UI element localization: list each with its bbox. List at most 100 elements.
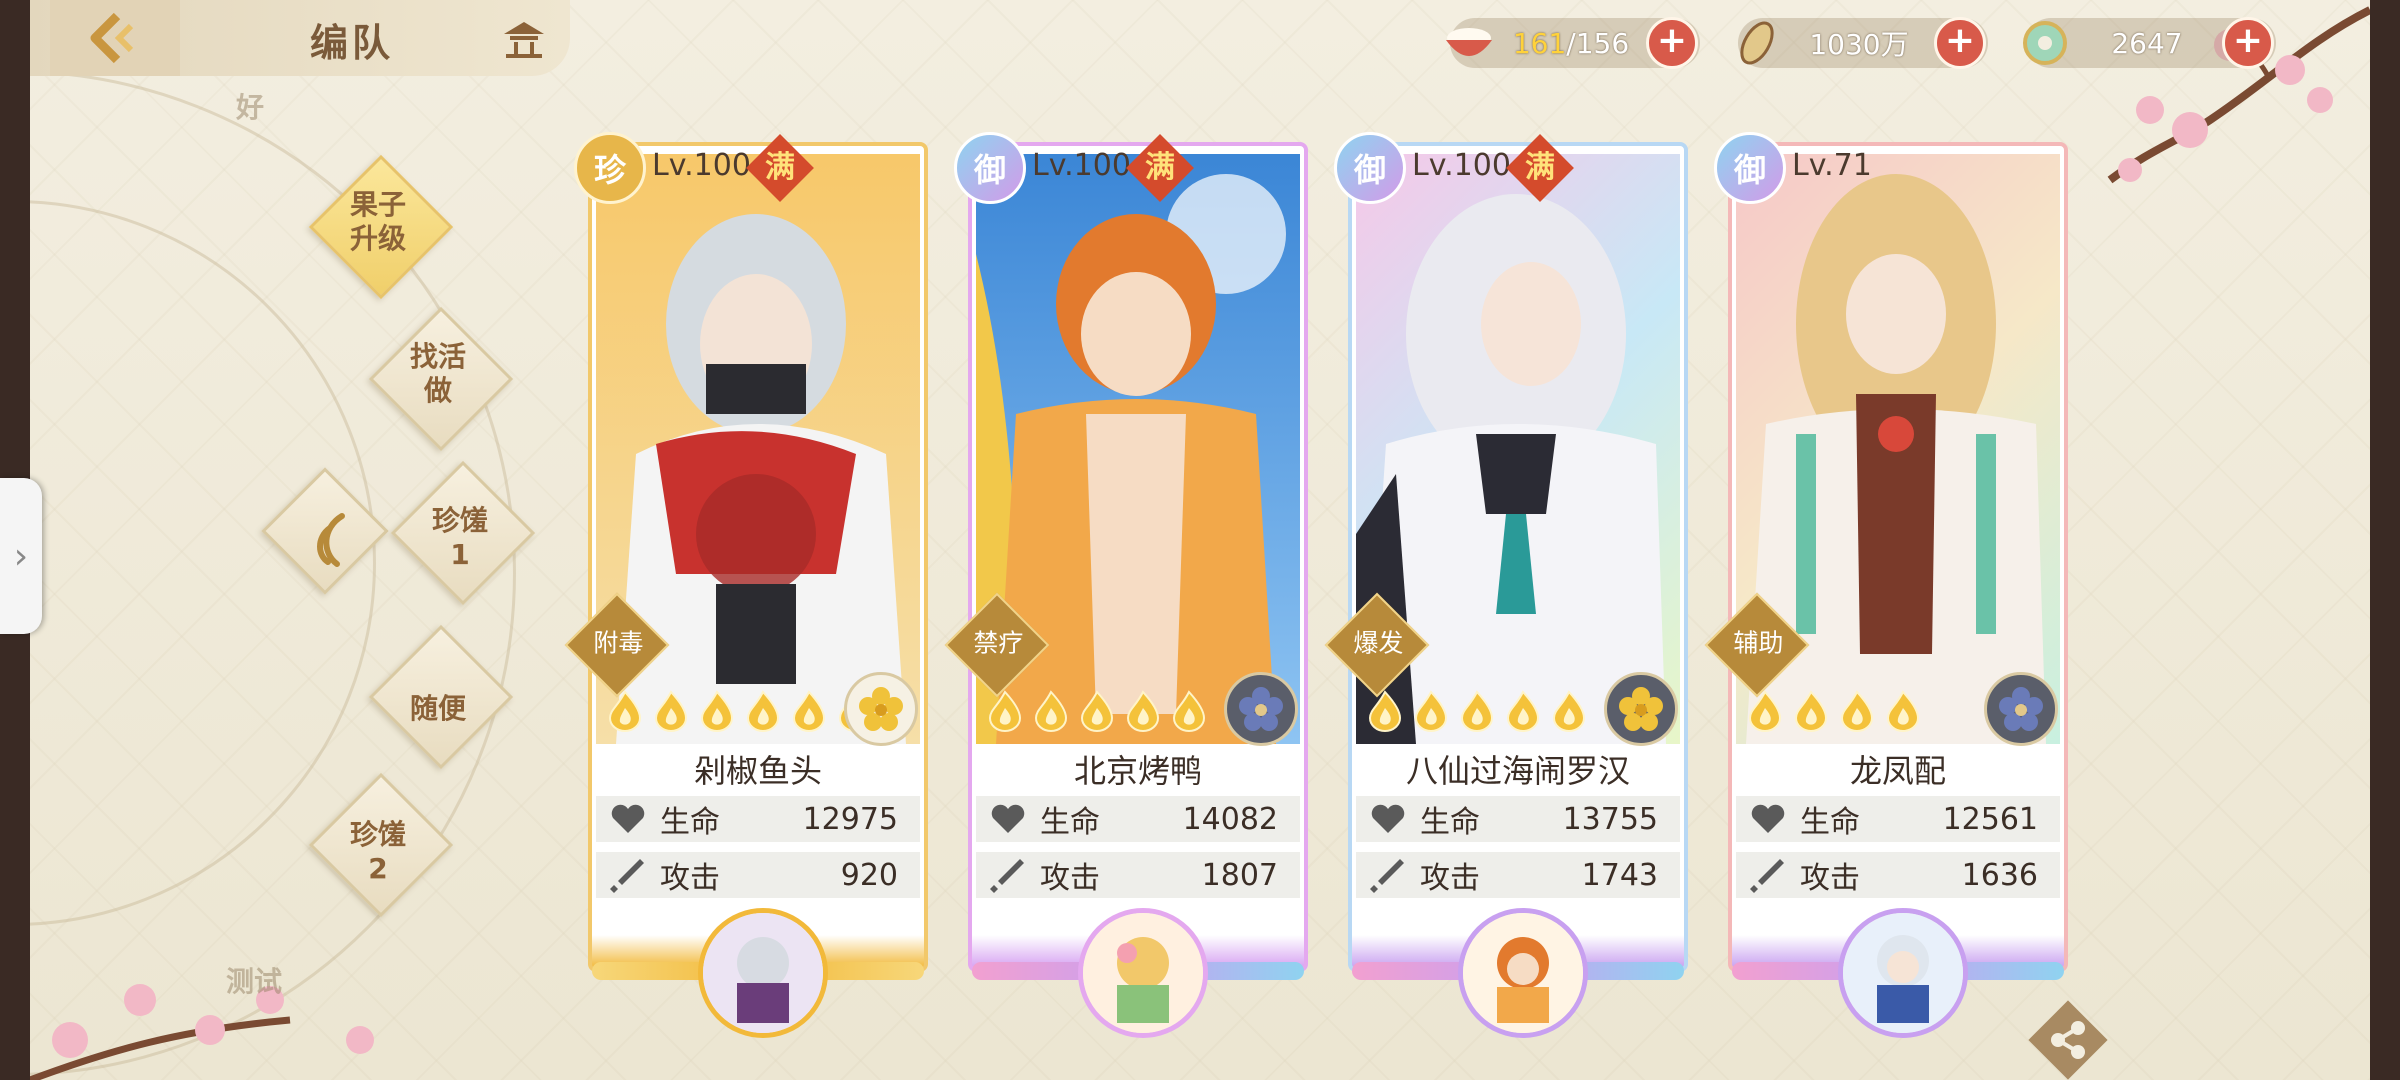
team-card-3[interactable]: 御 Lv.100 满 爆发 八仙过海闹罗汉 生命 13755 攻击 1743	[1324, 132, 1688, 1038]
atk-row: 攻击 1743	[1356, 852, 1680, 898]
element-badge	[1604, 672, 1678, 746]
back-button[interactable]	[50, 0, 180, 76]
gem-value: 2647	[2111, 26, 2183, 60]
team-card-4[interactable]: 御 Lv.71 辅助 龙凤配 生命 12561 攻击 1636	[1704, 132, 2068, 1038]
flame-star-icon	[1460, 690, 1494, 732]
flame-star-icon	[792, 690, 826, 732]
flame-star-icon	[1552, 690, 1586, 732]
character-name: 龙凤配	[1849, 752, 1946, 790]
flower-blue-icon	[1999, 687, 2043, 731]
faded-menu-label-bottom: 测试	[226, 965, 283, 998]
team-card-2[interactable]: 御 Lv.100 满 禁疗 北京烤鸭 生命 14082 攻击 1807	[944, 132, 1308, 1038]
heart-icon	[1751, 804, 1785, 833]
rarity-badge: 御	[954, 132, 1026, 204]
max-level-badge: 满	[746, 134, 814, 202]
jade-icon	[2023, 21, 2067, 65]
atk-value: 1807	[1201, 857, 1278, 893]
element-badge	[1984, 672, 2058, 746]
add-gem-button[interactable]: +	[2222, 17, 2274, 69]
hp-label: 生命	[1420, 805, 1480, 840]
stamina-value: 161/156	[1512, 26, 1630, 60]
add-stamina-button[interactable]: +	[1646, 17, 1698, 69]
star-flames	[1746, 690, 1922, 732]
share-icon[interactable]	[2028, 1000, 2108, 1080]
atk-row: 攻击 1807	[976, 852, 1300, 898]
menu-item-upgrade[interactable]: 果子 升级	[318, 188, 438, 256]
character-name: 八仙过海闹罗汉	[1405, 752, 1630, 790]
atk-row: 攻击 920	[596, 852, 920, 898]
stamina-resource: 161/156 +	[1446, 17, 1700, 69]
hp-value: 14082	[1182, 801, 1278, 837]
character-name: 剁椒鱼头	[693, 752, 822, 790]
atk-value: 920	[840, 857, 898, 893]
rice-bowl-icon	[1446, 28, 1492, 56]
atk-label: 攻击	[1420, 861, 1480, 896]
add-coin-button[interactable]: +	[1934, 17, 1986, 69]
star-flames	[606, 690, 874, 732]
partner-avatar[interactable]	[1078, 908, 1208, 1038]
rarity-badge: 御	[1334, 132, 1406, 204]
flame-star-icon	[1414, 690, 1448, 732]
flame-star-icon	[1506, 690, 1540, 732]
sword-icon	[1750, 859, 1784, 893]
atk-row: 攻击 1636	[1736, 852, 2060, 898]
menu-item-dish-1[interactable]: 珍馐 1	[400, 504, 520, 572]
hp-row: 生命 13755	[1356, 796, 1680, 842]
pagoda-icon[interactable]	[500, 14, 548, 62]
sword-icon	[1370, 859, 1404, 893]
hp-value: 13755	[1562, 801, 1658, 837]
hp-label: 生命	[660, 805, 720, 840]
flame-star-icon	[654, 690, 688, 732]
chibi-avatar-icon	[1843, 913, 1963, 1033]
sword-icon	[990, 859, 1024, 893]
atk-value: 1636	[1961, 857, 2038, 893]
level-label: Lv.100	[1032, 148, 1131, 183]
chibi-avatar-icon	[703, 913, 823, 1033]
hp-row: 生命 12561	[1736, 796, 2060, 842]
chibi-avatar-icon	[1083, 913, 1203, 1033]
chevron-right-icon: ›	[13, 535, 29, 577]
heart-icon	[991, 804, 1025, 833]
element-badge	[844, 672, 918, 746]
hp-row: 生命 12975	[596, 796, 920, 842]
hp-row: 生命 14082	[976, 796, 1300, 842]
flame-star-icon	[1748, 690, 1782, 732]
game-screen: 编队 161/156 + 1030万 + 2647 + 好 果子 升级 找活 做…	[30, 0, 2370, 1080]
sword-icon	[610, 859, 644, 893]
star-flames	[1366, 690, 1588, 732]
atk-label: 攻击	[660, 861, 720, 896]
flame-star-icon	[700, 690, 734, 732]
flame-star-icon	[1368, 690, 1402, 732]
faded-menu-label-top: 好	[236, 91, 265, 124]
menu-item-dish-2[interactable]: 珍馐 2	[318, 818, 438, 886]
back-arrow-icon	[90, 12, 134, 64]
menu-item-casual[interactable]: 随便	[378, 692, 498, 726]
team-card-1[interactable]: 珍 Lv.100 满 附毒 剁椒鱼头 生命 12975 攻击 920	[564, 132, 928, 1038]
menu-item-find-work[interactable]: 找活 做	[378, 340, 498, 408]
partner-avatar[interactable]	[1458, 908, 1588, 1038]
level-label: Lv.100	[652, 148, 751, 183]
level-label: Lv.71	[1792, 148, 1872, 183]
hp-label: 生命	[1040, 805, 1100, 840]
star-flames	[986, 690, 1208, 732]
rarity-badge: 珍	[574, 132, 646, 204]
atk-label: 攻击	[1040, 861, 1100, 896]
flower-gold-icon	[859, 687, 903, 731]
coin-resource: 1030万 +	[1738, 17, 1988, 69]
side-drawer-toggle[interactable]: ›	[0, 478, 42, 634]
rarity-badge: 御	[1714, 132, 1786, 204]
flame-star-icon	[1840, 690, 1874, 732]
level-label: Lv.100	[1412, 148, 1511, 183]
flame-star-icon	[988, 690, 1022, 732]
flower-blue-icon	[1239, 687, 1283, 731]
max-level-badge: 满	[1126, 134, 1194, 202]
coin-value: 1030万	[1809, 28, 1909, 61]
coin-icon	[1740, 21, 1774, 65]
element-badge	[1224, 672, 1298, 746]
chibi-avatar-icon	[1463, 913, 1583, 1033]
partner-avatar[interactable]	[698, 908, 828, 1038]
partner-avatar[interactable]	[1838, 908, 1968, 1038]
flame-star-icon	[1034, 690, 1068, 732]
flame-star-icon	[1126, 690, 1160, 732]
page-title: 编队	[310, 21, 395, 65]
